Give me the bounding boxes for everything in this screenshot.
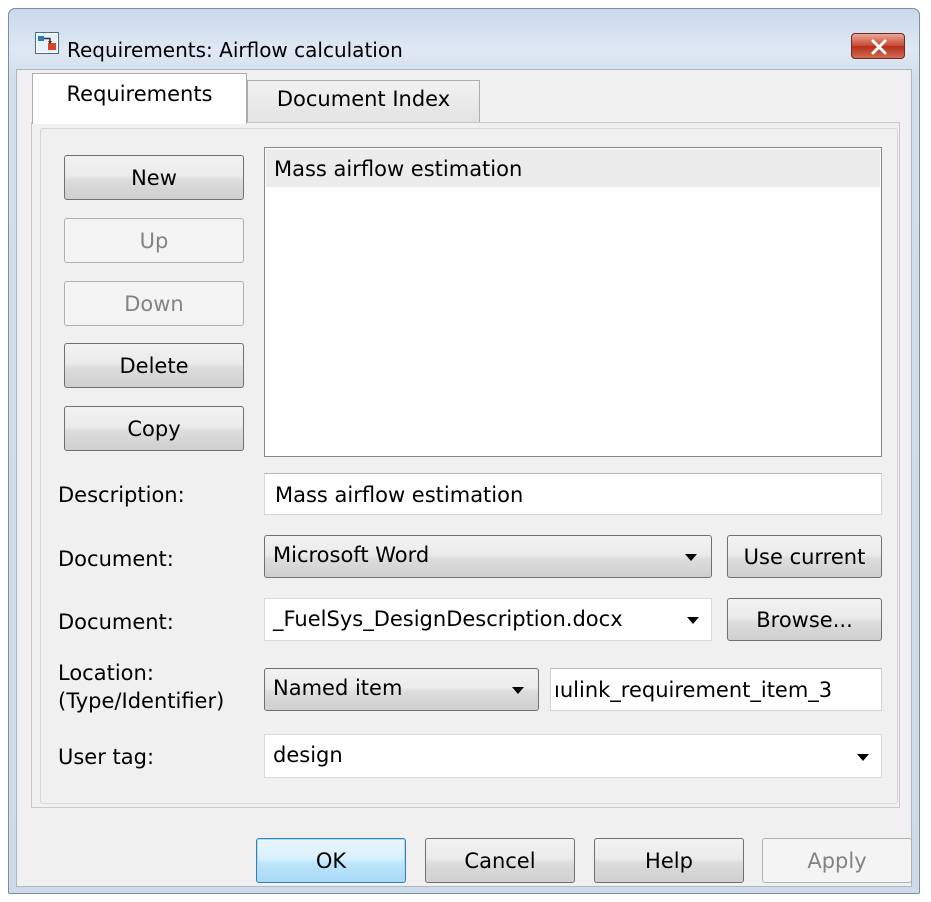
- list-item-label: Mass airflow estimation: [274, 157, 523, 181]
- location-sublabel: (Type/Identifier): [58, 689, 225, 713]
- location-identifier-field[interactable]: ıulink_requirement_item_3: [550, 668, 882, 711]
- user-tag-label: User tag:: [58, 745, 155, 769]
- tab-requirements[interactable]: Requirements: [32, 73, 247, 124]
- tab-document-index[interactable]: Document Index: [247, 80, 480, 123]
- title-bar[interactable]: Requirements: Airflow calculation: [9, 9, 919, 65]
- apply-button[interactable]: Apply: [762, 838, 912, 883]
- chevron-down-icon: [857, 754, 869, 761]
- up-button[interactable]: Up: [64, 218, 244, 263]
- copy-button[interactable]: Copy: [64, 406, 244, 451]
- browse-button[interactable]: Browse...: [727, 598, 882, 641]
- help-button[interactable]: Help: [594, 838, 744, 883]
- location-type-value: Named item: [273, 676, 403, 700]
- simulink-model-icon: [35, 32, 59, 54]
- user-tag-value: design: [273, 743, 343, 767]
- location-type-select[interactable]: Named item: [264, 668, 539, 711]
- ok-button[interactable]: OK: [256, 838, 406, 883]
- cancel-button[interactable]: Cancel: [425, 838, 575, 883]
- description-label: Description:: [58, 483, 185, 507]
- document-label: Document:: [58, 610, 174, 634]
- close-icon: [871, 39, 887, 55]
- close-button[interactable]: [851, 33, 905, 59]
- chevron-down-icon: [512, 687, 524, 694]
- chevron-down-icon: [685, 554, 697, 561]
- requirements-list[interactable]: Mass airflow estimation: [264, 147, 882, 457]
- description-value: Mass airflow estimation: [275, 483, 524, 507]
- document-select[interactable]: _FuelSys_DesignDescription.docx: [264, 598, 712, 641]
- document-value: _FuelSys_DesignDescription.docx: [273, 607, 623, 631]
- document-type-value: Microsoft Word: [273, 543, 430, 567]
- description-field[interactable]: Mass airflow estimation: [264, 473, 882, 515]
- list-item[interactable]: Mass airflow estimation: [266, 149, 880, 187]
- new-button[interactable]: New: [64, 155, 244, 200]
- document-type-select[interactable]: Microsoft Word: [264, 535, 712, 578]
- location-label: Location:: [58, 661, 154, 685]
- user-tag-select[interactable]: design: [264, 734, 882, 778]
- delete-button[interactable]: Delete: [64, 343, 244, 388]
- location-identifier-value: ıulink_requirement_item_3: [554, 678, 833, 702]
- window-title: Requirements: Airflow calculation: [67, 38, 403, 62]
- chevron-down-icon: [687, 617, 699, 624]
- document-type-label: Document:: [58, 547, 174, 571]
- down-button[interactable]: Down: [64, 281, 244, 326]
- use-current-button[interactable]: Use current: [727, 535, 882, 578]
